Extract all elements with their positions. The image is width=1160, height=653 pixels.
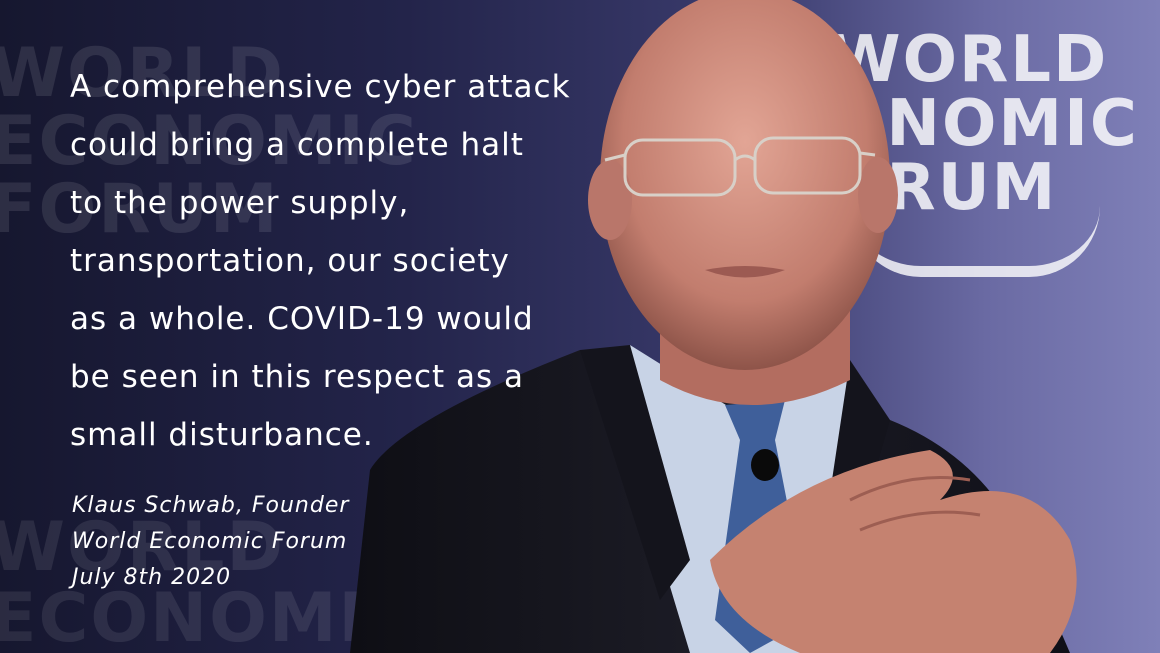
quote-image: WORLD ECONOMIC FORUM WORLD ECONOMIC WORL… [0,0,1160,653]
attribution-date: July 8th 2020 [72,565,232,590]
attribution-organization: World Economic Forum [72,529,348,554]
attribution-name: Klaus Schwab, Founder [72,493,350,518]
right-ear [858,157,898,233]
quote-text: A comprehensive cyber attack could bring… [70,69,571,453]
quote-attribution: Klaus Schwab, Founder World Economic For… [72,488,349,596]
lapel-microphone [751,449,779,481]
